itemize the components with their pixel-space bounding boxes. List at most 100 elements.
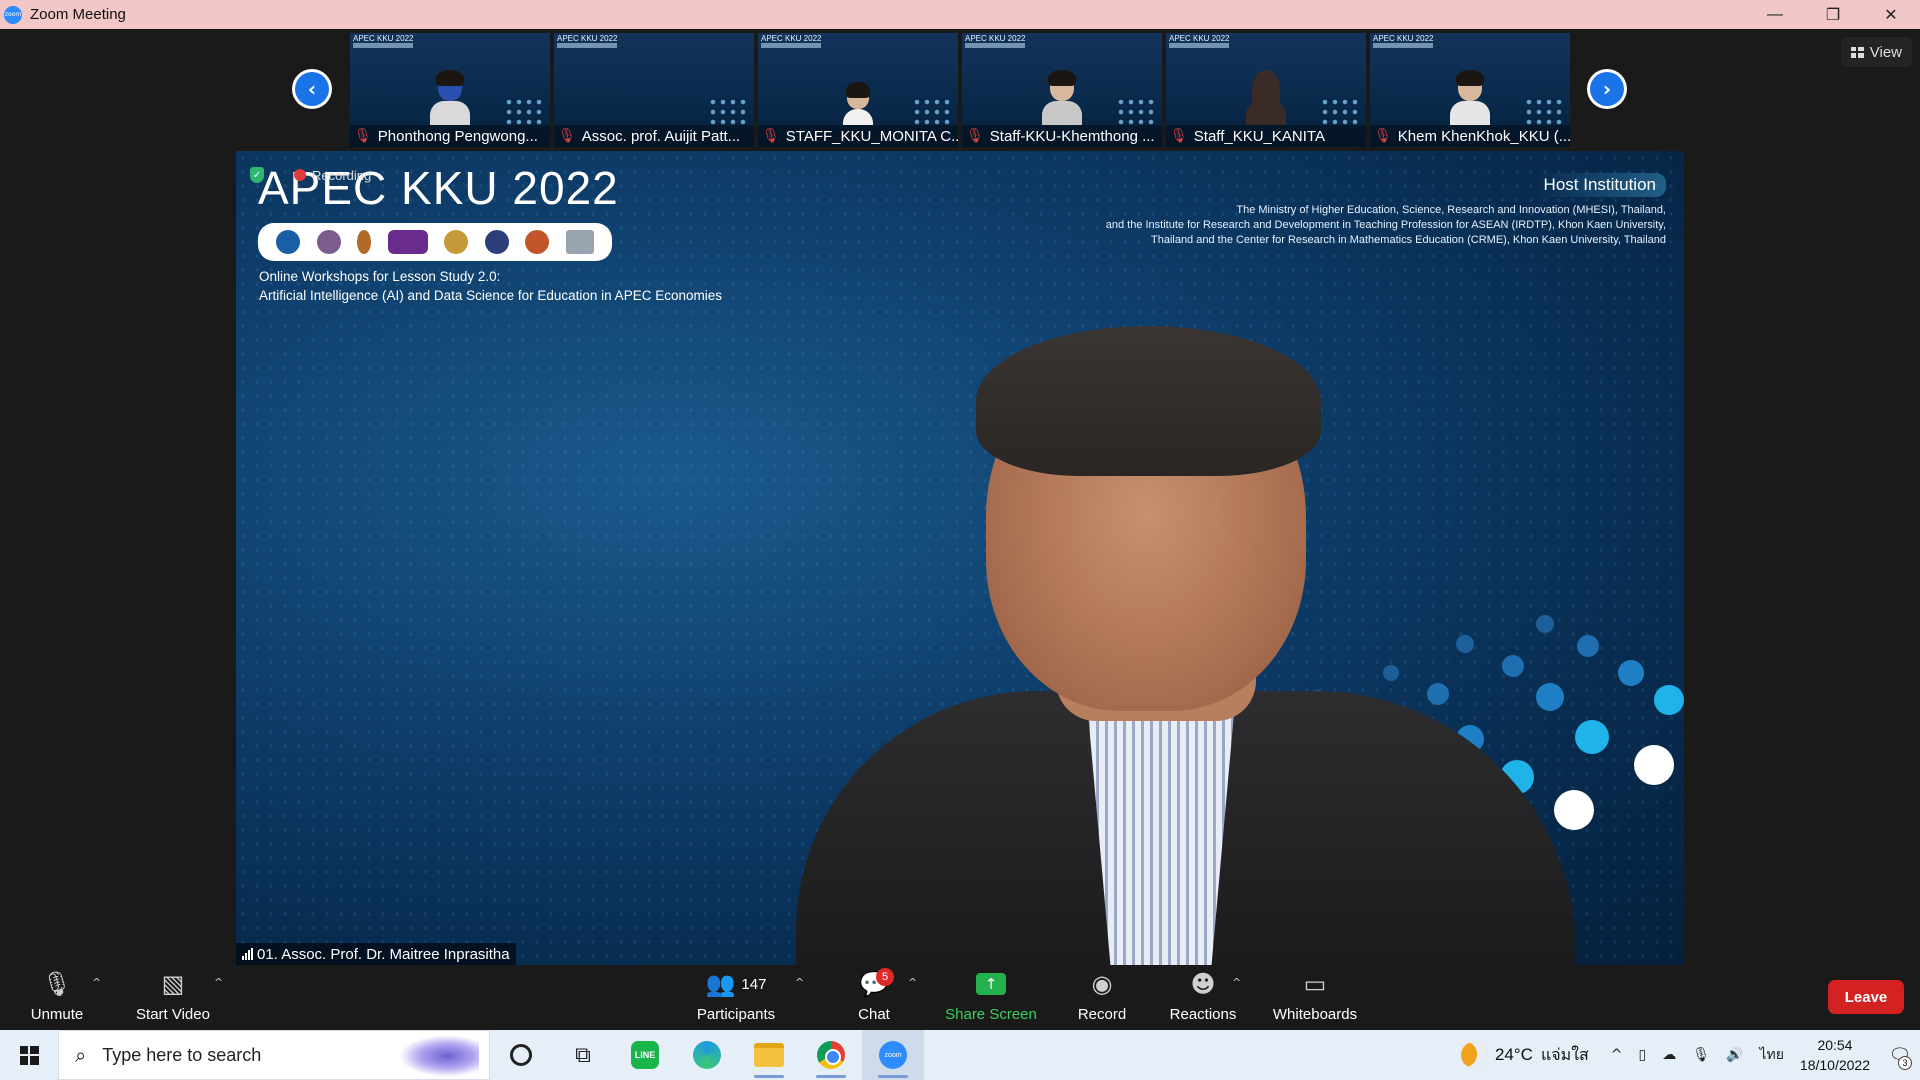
apec-logo bbox=[276, 230, 301, 254]
battery-meter-icon[interactable]: ▯ bbox=[1639, 1047, 1647, 1063]
weather-widget[interactable]: 24°C แจ่มใส bbox=[1457, 1038, 1589, 1072]
participant-video bbox=[430, 70, 470, 125]
taskbar-clock[interactable]: 20:54 18/10/2022 bbox=[1800, 1035, 1870, 1075]
clock-time: 20:54 bbox=[1817, 1037, 1853, 1053]
decorative-dots bbox=[1320, 97, 1360, 127]
chrome-app-button[interactable] bbox=[800, 1030, 862, 1080]
input-language-indicator[interactable]: ไทย bbox=[1759, 1044, 1783, 1066]
slide-subtitle-line-2: Artificial Intelligence (AI) and Data Sc… bbox=[259, 288, 722, 303]
slide-logo-strip bbox=[557, 43, 617, 48]
speaker-hair bbox=[976, 326, 1321, 476]
chat-options-caret[interactable]: ^ bbox=[908, 976, 917, 989]
start-video-button[interactable]: ▧ Start Video bbox=[130, 966, 216, 1030]
host-line-3: Thailand and the Center for Research in … bbox=[1150, 234, 1666, 246]
record-button[interactable]: ◉ Record bbox=[1074, 966, 1130, 1030]
participant-video bbox=[1246, 70, 1286, 125]
cortana-circle-icon bbox=[510, 1044, 532, 1066]
leave-meeting-button[interactable]: Leave bbox=[1828, 980, 1904, 1014]
gallery-previous-button[interactable]: ‹ bbox=[292, 69, 332, 109]
host-line-2: and the Institute for Research and Devel… bbox=[1105, 219, 1666, 231]
participants-button[interactable]: 👥 147 Participants bbox=[694, 966, 778, 1030]
participant-tile[interactable]: APEC KKU 2022 🎙 STAFF_KKU_MONITA C... bbox=[758, 33, 958, 147]
university-logo bbox=[387, 230, 428, 254]
university-logo bbox=[525, 230, 550, 254]
host-institution-text: The Ministry of Higher Education, Scienc… bbox=[1106, 203, 1666, 248]
recording-indicator: ✓ Recording bbox=[250, 167, 371, 183]
crme-logo bbox=[565, 230, 594, 254]
taskbar-search-box[interactable]: ⌕ Type here to search bbox=[58, 1030, 490, 1080]
participant-name: Phonthong Pengwong... bbox=[377, 127, 538, 145]
record-label: Record bbox=[1077, 1006, 1127, 1023]
meeting-area: View ‹ › APEC KKU 2022 🎙 Phonthong Pengwo… bbox=[0, 29, 1920, 1030]
participant-name: Staff-KKU-Khemthong ... bbox=[989, 127, 1155, 145]
slide-header-mini: APEC KKU 2022 bbox=[353, 34, 414, 43]
participant-tile[interactable]: APEC KKU 2022 🎙 Assoc. prof. Auijit Patt.… bbox=[554, 33, 754, 147]
participant-tile[interactable]: APEC KKU 2022 🎙 Khem KhenKhok_KKU (... bbox=[1370, 33, 1570, 147]
main-speaker-video[interactable]: APEC KKU 2022 ✓ Recording Online Worksho… bbox=[236, 151, 1684, 965]
close-button[interactable]: ✕ bbox=[1862, 0, 1920, 29]
zoom-app-icon: zoom bbox=[4, 5, 22, 24]
windows-logo-icon bbox=[19, 1045, 39, 1065]
reactions-options-caret[interactable]: ^ bbox=[1232, 976, 1241, 989]
video-options-caret[interactable]: ^ bbox=[214, 976, 223, 989]
system-tray: 24°C แจ่มใส ^ ▯ ☁ 🎙 🔊 ไทย 20:54 18/10/20… bbox=[1457, 1030, 1920, 1080]
recording-label: Recording bbox=[312, 167, 372, 183]
speaker-volume-icon[interactable]: 🔊 bbox=[1726, 1047, 1743, 1063]
slide-subtitle: Online Workshops for Lesson Study 2.0: A… bbox=[259, 267, 722, 305]
participant-name: STAFF_KKU_MONITA C... bbox=[785, 127, 958, 145]
participants-options-caret[interactable]: ^ bbox=[795, 976, 804, 989]
chrome-browser-icon bbox=[817, 1041, 845, 1069]
restore-button[interactable]: ❐ bbox=[1804, 0, 1862, 29]
view-button-label: View bbox=[1869, 43, 1902, 61]
microphone-icon[interactable]: 🎙 bbox=[1692, 1047, 1710, 1063]
onedrive-cloud-icon[interactable]: ☁ bbox=[1662, 1047, 1676, 1063]
whiteboards-label: Whiteboards bbox=[1272, 1006, 1358, 1023]
gallery-next-button[interactable]: › bbox=[1587, 69, 1627, 109]
search-highlight-image bbox=[399, 1035, 479, 1077]
participant-tile[interactable]: APEC KKU 2022 🎙 Phonthong Pengwong... bbox=[350, 33, 550, 147]
view-button[interactable]: View bbox=[1840, 37, 1912, 67]
meeting-controls-toolbar: 🎙 Unmute ^ ▧ Start Video ^ 👥 147 Particip… bbox=[0, 966, 1920, 1030]
mic-muted-icon: 🎙 bbox=[41, 970, 73, 998]
decorative-dots bbox=[708, 97, 748, 127]
whiteboards-button[interactable]: ▭ Whiteboards bbox=[1268, 966, 1362, 1030]
encryption-shield-icon: ✓ bbox=[250, 167, 264, 183]
share-screen-button[interactable]: ↑ Share Screen bbox=[944, 966, 1038, 1030]
participant-tile[interactable]: APEC KKU 2022 🎙 Staff_KKU_KANITA bbox=[1166, 33, 1366, 147]
decorative-dots bbox=[504, 97, 544, 127]
participant-tile[interactable]: APEC KKU 2022 🎙 Staff-KKU-Khemthong ... bbox=[962, 33, 1162, 147]
zoom-app-button[interactable]: zoom bbox=[862, 1030, 924, 1080]
partner-logos-bar bbox=[258, 223, 612, 261]
participant-video bbox=[1042, 70, 1082, 125]
chevron-right-icon: › bbox=[1590, 72, 1624, 106]
action-center-button[interactable]: 🗨 3 bbox=[1880, 1030, 1920, 1080]
running-indicator bbox=[816, 1075, 846, 1078]
decorative-dots bbox=[912, 97, 952, 127]
task-view-icon: ⧉ bbox=[575, 1042, 591, 1068]
participant-name-tag: 🎙 STAFF_KKU_MONITA C... bbox=[758, 125, 958, 147]
minimize-button[interactable]: — bbox=[1746, 0, 1804, 29]
cortana-button[interactable] bbox=[490, 1030, 552, 1080]
slide-logo-strip bbox=[1373, 43, 1433, 48]
slide-header-mini: APEC KKU 2022 bbox=[965, 34, 1026, 43]
reactions-button[interactable]: ☻ Reactions bbox=[1166, 966, 1240, 1030]
chat-button[interactable]: 💬 5 Chat bbox=[850, 966, 898, 1030]
participant-name-tag: 🎙 Phonthong Pengwong... bbox=[350, 125, 550, 147]
edge-app-button[interactable] bbox=[676, 1030, 738, 1080]
task-view-button[interactable]: ⧉ bbox=[552, 1030, 614, 1080]
decorative-dots bbox=[1524, 97, 1564, 127]
slide-header-mini: APEC KKU 2022 bbox=[761, 34, 822, 43]
line-app-button[interactable]: LINE bbox=[614, 1030, 676, 1080]
connection-signal-icon bbox=[242, 948, 253, 960]
chat-label: Chat bbox=[858, 1006, 890, 1023]
window-controls: — ❐ ✕ bbox=[1746, 0, 1920, 29]
audio-options-caret[interactable]: ^ bbox=[92, 976, 101, 989]
start-button[interactable] bbox=[0, 1030, 58, 1080]
unmute-button[interactable]: 🎙 Unmute bbox=[22, 966, 92, 1030]
share-screen-icon-wrap: ↑ bbox=[976, 966, 1006, 1002]
show-hidden-icons-chevron-icon[interactable]: ^ bbox=[1611, 1047, 1623, 1063]
file-explorer-button[interactable] bbox=[738, 1030, 800, 1080]
window-title: Zoom Meeting bbox=[30, 6, 126, 23]
participants-icon: 👥 147 bbox=[705, 970, 767, 998]
mic-muted-icon: 🎙 bbox=[1374, 128, 1392, 144]
